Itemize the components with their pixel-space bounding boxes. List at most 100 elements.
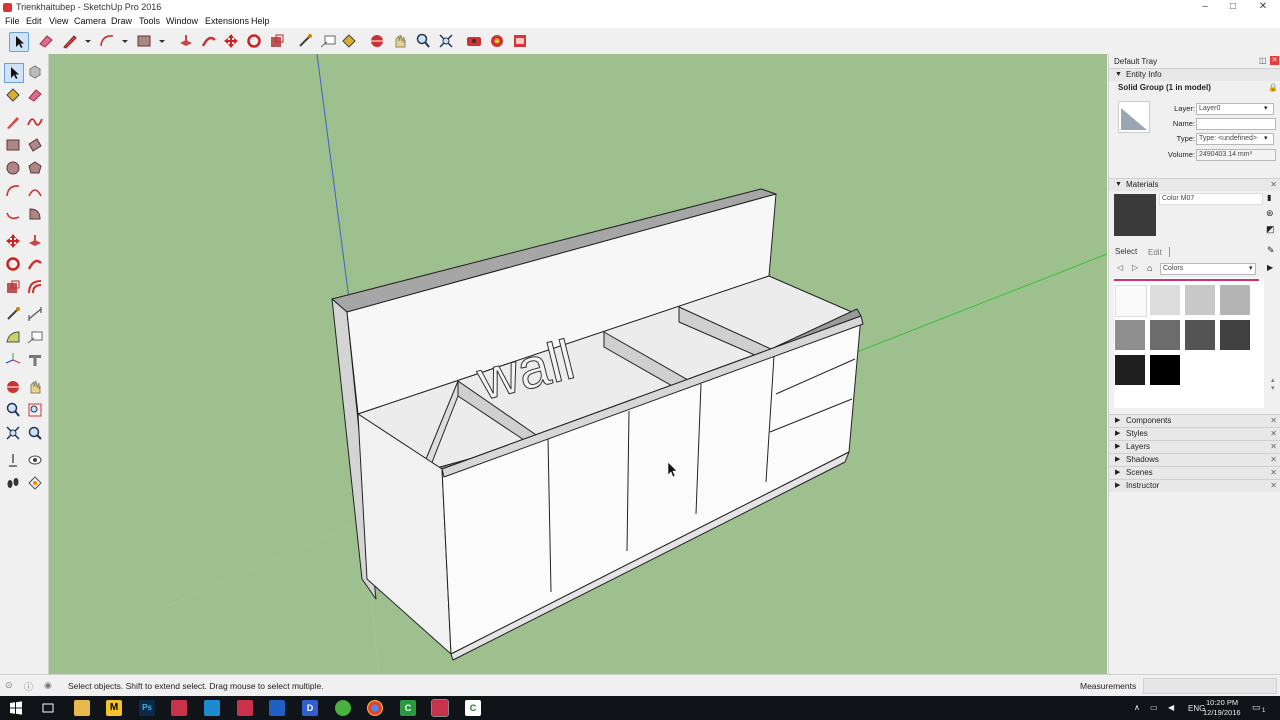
sample-paint-icon[interactable]: ✎ <box>1267 245 1275 256</box>
rotate-tool-icon[interactable] <box>4 255 22 273</box>
volume-icon[interactable]: ◀ <box>1168 703 1174 712</box>
chevron-up-icon[interactable]: ∧ <box>1134 703 1140 712</box>
chrome-icon[interactable] <box>367 700 383 716</box>
close-icon[interactable]: ✕ <box>1270 441 1277 453</box>
scale-tool-icon[interactable] <box>268 32 286 50</box>
menu-edit[interactable]: Edit <box>26 16 42 26</box>
clock-time[interactable]: 10:20 PM <box>1206 698 1238 707</box>
maximize-button[interactable]: □ <box>1218 0 1248 15</box>
sketchup-taskbar-icon[interactable] <box>171 700 187 716</box>
zoom-tool-icon[interactable] <box>4 401 22 419</box>
material-swatch[interactable] <box>1115 285 1147 317</box>
close-icon[interactable]: ✕ <box>1270 415 1277 427</box>
text-tool-icon[interactable] <box>319 32 337 50</box>
styles-header[interactable]: ▶ Styles ✕ <box>1109 427 1280 440</box>
create-material-icon[interactable]: ⊛ <box>1266 208 1274 219</box>
rectangle-tool-icon[interactable] <box>135 32 153 50</box>
paint-bucket-icon[interactable] <box>4 86 22 104</box>
name-field[interactable] <box>1196 118 1276 130</box>
position-camera-icon[interactable] <box>4 451 22 469</box>
material-swatch[interactable] <box>1220 320 1250 350</box>
clock-date[interactable]: 12/19/2016 <box>1203 708 1241 717</box>
close-icon[interactable]: ✕ <box>1270 480 1277 492</box>
chevron-down-icon[interactable] <box>153 32 165 50</box>
photoshop-icon[interactable]: Ps <box>139 700 155 716</box>
menu-help[interactable]: Help <box>251 16 270 26</box>
menu-extensions[interactable]: Extensions <box>205 16 249 26</box>
warehouse-icon[interactable] <box>465 32 483 50</box>
polygon-tool-icon[interactable] <box>26 159 44 177</box>
user-icon[interactable]: ◉ <box>44 680 52 691</box>
walk-tool-icon[interactable] <box>4 474 22 492</box>
camtasia-icon[interactable]: C <box>400 700 416 716</box>
tape-measure-icon[interactable] <box>4 305 22 323</box>
protractor-tool-icon[interactable] <box>4 328 22 346</box>
chevron-down-icon[interactable]: ▾ <box>1264 104 1268 112</box>
word-icon[interactable] <box>269 700 285 716</box>
geo-location-icon[interactable]: ⊙ <box>5 680 13 691</box>
components-header[interactable]: ▶ Components ✕ <box>1109 414 1280 427</box>
close-icon[interactable]: ✕ <box>1270 467 1277 479</box>
task-view-icon[interactable] <box>40 700 56 716</box>
dimension-tool-icon[interactable] <box>26 305 44 323</box>
follow-me-tool-icon[interactable] <box>26 255 44 273</box>
notification-icon[interactable]: ▭ <box>1252 702 1261 713</box>
file-explorer-icon[interactable] <box>74 700 90 716</box>
material-swatch[interactable] <box>1185 320 1215 350</box>
three-point-arc-icon[interactable] <box>4 205 22 223</box>
menu-camera[interactable]: Camera <box>74 16 106 26</box>
arc-tool-icon[interactable] <box>4 182 22 200</box>
select-tool-icon[interactable] <box>4 63 24 83</box>
arc-tool-icon[interactable] <box>98 32 116 50</box>
home-icon[interactable]: ⌂ <box>1147 263 1152 273</box>
chevron-down-icon[interactable]: ▾ <box>1249 264 1253 272</box>
entity-info-header[interactable]: ▼ Entity Info <box>1109 68 1280 81</box>
chevron-down-icon[interactable] <box>116 32 128 50</box>
refresh-app-icon[interactable] <box>335 700 351 716</box>
chevron-down-icon[interactable]: ▾ <box>1264 134 1268 142</box>
credits-icon[interactable]: ⓘ <box>24 680 33 693</box>
line-tool-icon[interactable] <box>4 113 22 131</box>
library-select[interactable]: Colors <box>1160 263 1256 275</box>
section-plane-icon[interactable] <box>26 474 44 492</box>
material-swatch[interactable] <box>1150 355 1180 385</box>
windows-start-icon[interactable] <box>8 700 24 716</box>
network-icon[interactable]: ▭ <box>1150 703 1158 712</box>
camtasia-recorder-icon[interactable]: C <box>465 700 481 716</box>
zoom-extents-tool-icon[interactable] <box>437 32 455 50</box>
menu-window[interactable]: Window <box>166 16 198 26</box>
zoom-window-tool-icon[interactable] <box>26 401 44 419</box>
offset-tool-icon[interactable] <box>26 278 44 296</box>
mendeley-icon[interactable]: M <box>106 700 122 716</box>
minimize-button[interactable]: – <box>1190 0 1220 15</box>
select-tool-icon[interactable] <box>9 32 29 52</box>
eraser-icon[interactable] <box>26 86 44 104</box>
orbit-tool-icon[interactable] <box>4 378 22 396</box>
rotate-tool-icon[interactable] <box>245 32 263 50</box>
shadows-header[interactable]: ▶ Shadows ✕ <box>1109 453 1280 466</box>
material-swatch[interactable] <box>1150 285 1180 315</box>
model-viewport[interactable]: wall <box>49 54 1107 674</box>
material-swatch[interactable] <box>1220 285 1250 315</box>
pin-icon[interactable]: ◫ <box>1259 56 1267 65</box>
chevron-down-icon[interactable] <box>79 32 91 50</box>
material-swatch[interactable] <box>1185 285 1215 315</box>
pan-tool-icon[interactable] <box>26 378 44 396</box>
tray-close-icon[interactable]: ✕ <box>1270 56 1279 65</box>
eraser-tool-icon[interactable] <box>37 32 55 50</box>
text-tool-icon[interactable] <box>26 328 44 346</box>
menu-file[interactable]: File <box>5 16 20 26</box>
menu-tools[interactable]: Tools <box>139 16 160 26</box>
push-pull-tool-icon[interactable] <box>177 32 195 50</box>
back-arrow-icon[interactable]: ◁ <box>1117 263 1123 272</box>
forward-arrow-icon[interactable]: ▷ <box>1132 263 1138 272</box>
orbit-tool-icon[interactable] <box>368 32 386 50</box>
layers-header[interactable]: ▶ Layers ✕ <box>1109 440 1280 453</box>
pencil-tool-icon[interactable] <box>61 32 79 50</box>
two-point-arc-icon[interactable] <box>26 182 44 200</box>
move-tool-icon[interactable] <box>222 32 240 50</box>
close-icon[interactable]: ✕ <box>1270 454 1277 466</box>
tab-edit[interactable]: Edit <box>1148 248 1162 257</box>
scrollbar[interactable]: ▴ ▾ <box>1271 376 1277 396</box>
close-icon[interactable]: ✕ <box>1270 428 1277 440</box>
